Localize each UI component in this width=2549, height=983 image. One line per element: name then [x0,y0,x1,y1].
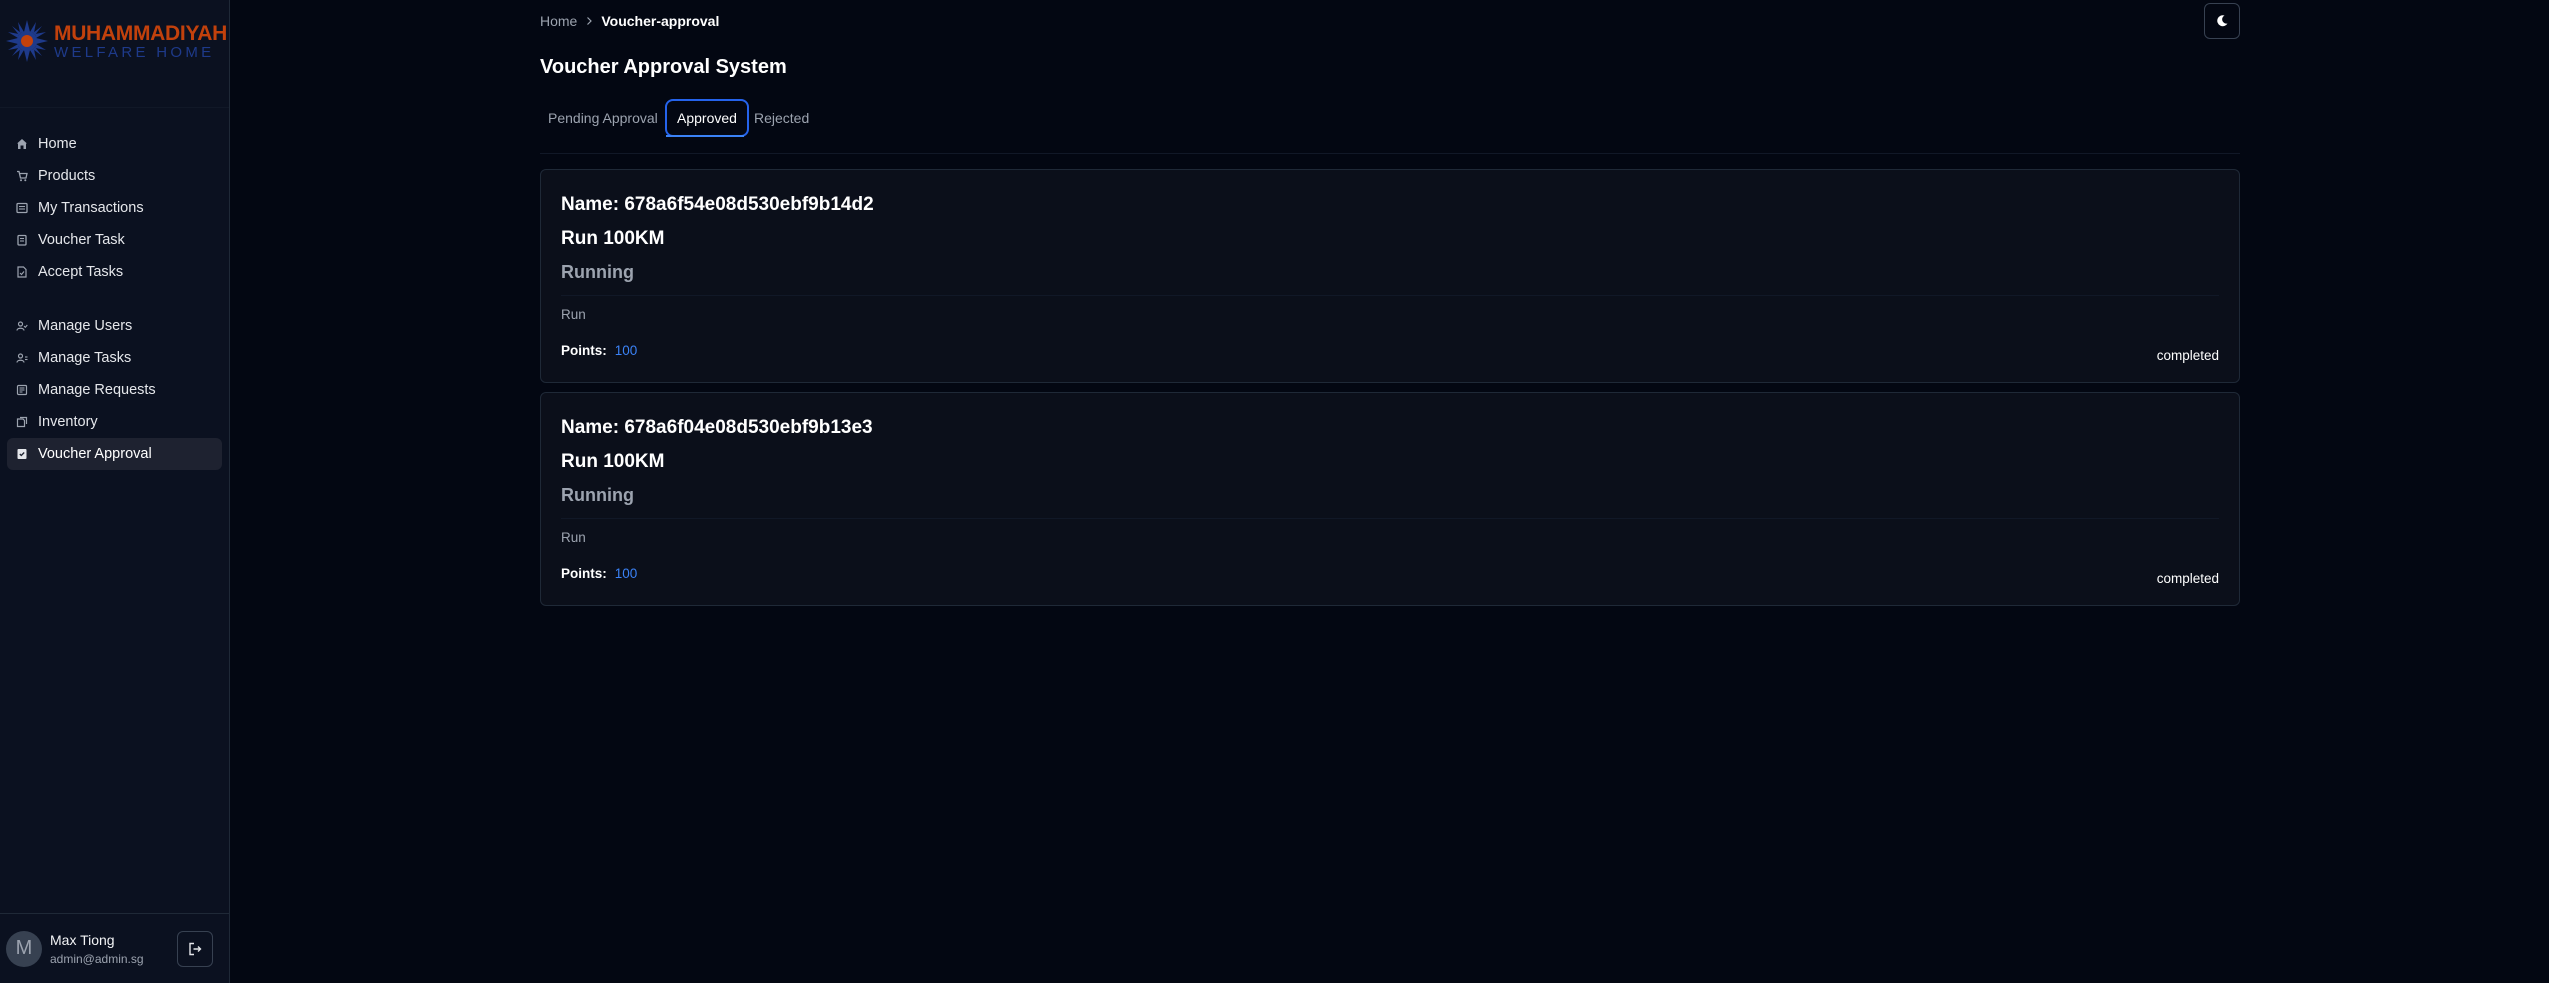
sidebar: MUHAMMADIYAH WELFARE HOME Home Products … [0,0,230,983]
sidebar-item-voucher-task[interactable]: Voucher Task [7,224,222,256]
user-profile: M Max Tiong admin@admin.sg [0,913,229,983]
points-label: Points: [561,343,607,358]
sidebar-item-label: Accept Tasks [38,264,124,280]
brand-line-1: MUHAMMADIYAH [54,22,227,45]
sidebar-item-label: Voucher Task [38,232,125,248]
breadcrumb-current: Voucher-approval [601,13,720,29]
clipboard-check-icon [16,448,28,460]
voucher-card: Name: 678a6f54e08d530ebf9b14d2 Run 100KM… [540,169,2240,383]
points-value: 100 [614,566,638,581]
logout-button[interactable] [177,930,213,967]
file-check-icon [16,266,28,278]
voucher-points: Points: 100 [561,343,637,358]
sidebar-item-label: Products [38,168,96,184]
sidebar-item-label: Voucher Approval [38,446,152,462]
logout-icon [189,942,202,955]
active-tab-indicator [666,135,744,137]
tab-approved[interactable]: Approved [665,99,749,137]
voucher-title: Run 100KM [561,228,665,249]
points-label: Points: [561,566,607,581]
user-email: admin@admin.sg [50,951,144,966]
sidebar-item-label: Manage Requests [38,382,156,398]
nav-group-admin: Manage Users Manage Tasks Manage Request… [0,310,229,470]
sidebar-item-manage-requests[interactable]: Manage Requests [7,374,222,406]
sidebar-item-label: Manage Tasks [38,350,132,366]
voucher-category: Running [561,262,634,282]
cart-icon [16,170,28,182]
sidebar-item-accept-tasks[interactable]: Accept Tasks [7,256,222,288]
breadcrumb: Home Voucher-approval [540,13,719,29]
user-tasks-icon [16,352,28,364]
sidebar-item-inventory[interactable]: Inventory [7,406,222,438]
sidebar-item-manage-tasks[interactable]: Manage Tasks [7,342,222,374]
receipt-icon [16,202,28,214]
sun-emblem-icon [6,20,48,62]
chevron-right-icon [584,16,594,26]
tab-pending-approval[interactable]: Pending Approval [540,98,666,138]
sidebar-item-my-transactions[interactable]: My Transactions [7,192,222,224]
voucher-category: Running [561,485,634,505]
voucher-description: Run [561,307,586,322]
home-icon [16,138,28,150]
sidebar-item-products[interactable]: Products [7,160,222,192]
status-badge: completed [2156,348,2219,363]
breadcrumb-home-link[interactable]: Home [540,13,577,29]
brand-line-2: WELFARE HOME [54,44,215,61]
page-title: Voucher Approval System [540,56,787,78]
voucher-name: Name: 678a6f04e08d530ebf9b13e3 [561,417,873,438]
sidebar-item-label: My Transactions [38,200,144,216]
box-icon [16,416,28,428]
voucher-description: Run [561,530,586,545]
brand-text: MUHAMMADIYAH WELFARE HOME [54,18,227,60]
voucher-name: Name: 678a6f54e08d530ebf9b14d2 [561,194,874,215]
voucher-card: Name: 678a6f04e08d530ebf9b13e3 Run 100KM… [540,392,2240,606]
sidebar-item-label: Home [38,136,77,152]
clipboard-icon [16,234,28,246]
status-badge: completed [2156,571,2219,586]
user-name: Max Tiong [50,931,115,948]
theme-toggle-button[interactable] [2204,3,2240,39]
voucher-points: Points: 100 [561,566,637,581]
logo[interactable]: MUHAMMADIYAH WELFARE HOME [0,0,229,108]
divider [561,295,2219,296]
sidebar-item-home[interactable]: Home [7,128,222,160]
users-icon [16,320,28,332]
inbox-icon [16,384,28,396]
tab-rejected[interactable]: Rejected [746,98,817,138]
nav-group-main: Home Products My Transactions Voucher Ta… [0,128,229,288]
divider [561,518,2219,519]
sidebar-item-label: Inventory [38,414,98,430]
sidebar-item-label: Manage Users [38,318,133,334]
user-info: Max Tiong admin@admin.sg [50,932,177,966]
tab-list: Pending Approval Approved Rejected [540,98,2240,154]
points-value: 100 [614,343,638,358]
sidebar-item-voucher-approval[interactable]: Voucher Approval [7,438,222,470]
moon-icon [2217,15,2228,27]
avatar[interactable]: M [6,930,42,967]
sidebar-item-manage-users[interactable]: Manage Users [7,310,222,342]
voucher-title: Run 100KM [561,451,665,472]
